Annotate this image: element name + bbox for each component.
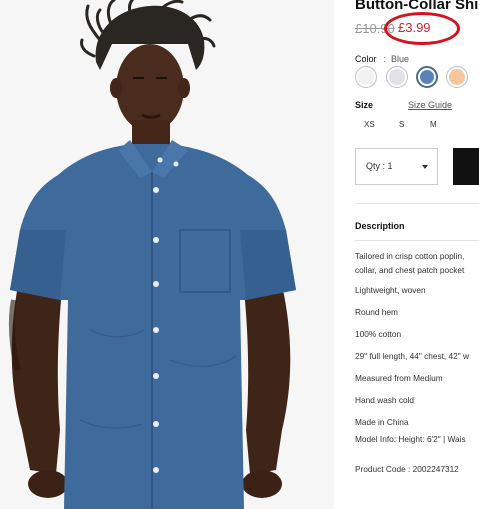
color-swatch-blue[interactable] — [416, 66, 438, 88]
price-annotation-circle — [384, 12, 460, 45]
size-label: Size — [355, 100, 374, 110]
size-option-m[interactable]: M — [430, 120, 437, 129]
color-separator: : — [383, 54, 387, 64]
size-row: Size — [355, 100, 373, 110]
divider — [355, 203, 479, 204]
divider — [355, 240, 479, 241]
color-swatch-light-grey[interactable] — [386, 66, 408, 88]
color-swatch-white[interactable] — [355, 66, 377, 88]
color-value: Blue — [391, 54, 410, 64]
description-line: 29" full length, 44" chest, 42" w — [355, 351, 469, 361]
product-title: Button-Collar Shir — [355, 0, 479, 13]
description-line: Lightweight, woven — [355, 285, 426, 295]
size-option-xs[interactable]: XS — [364, 120, 375, 129]
description-heading: Description — [355, 221, 405, 231]
description-line: collar, and chest patch pocket — [355, 265, 465, 275]
swatch-peach-fill — [449, 69, 465, 85]
chevron-down-icon — [422, 165, 428, 169]
description-line: Hand wash cold — [355, 395, 415, 405]
swatch-blue-fill — [420, 70, 434, 84]
product-code: Product Code : 2002247312 — [355, 464, 459, 474]
color-swatch-peach[interactable] — [446, 66, 468, 88]
size-option-s[interactable]: S — [399, 120, 404, 129]
description-line: Made in China — [355, 417, 409, 427]
color-label: Color — [355, 54, 377, 64]
product-info-panel: Button-Collar Shir £10.90 £3.99 Color: Bl… — [334, 0, 479, 509]
add-to-bag-button[interactable] — [453, 148, 479, 185]
description-line: Round hem — [355, 307, 398, 317]
swatch-light-grey-fill — [389, 69, 405, 85]
product-photo — [0, 0, 334, 509]
quantity-label: Qty : 1 — [366, 161, 393, 171]
description-line: Model Info: Height: 6'2" | Wais — [355, 434, 466, 444]
description-line: 100% cotton — [355, 329, 402, 339]
size-guide-link[interactable]: Size Guide — [408, 100, 452, 110]
quantity-select[interactable]: Qty : 1 — [355, 148, 438, 185]
color-row: Color: Blue — [355, 54, 409, 64]
description-line: Measured from Medium — [355, 373, 443, 383]
description-line: Tailored in crisp cotton poplin, — [355, 251, 465, 261]
swatch-white-fill — [358, 69, 374, 85]
